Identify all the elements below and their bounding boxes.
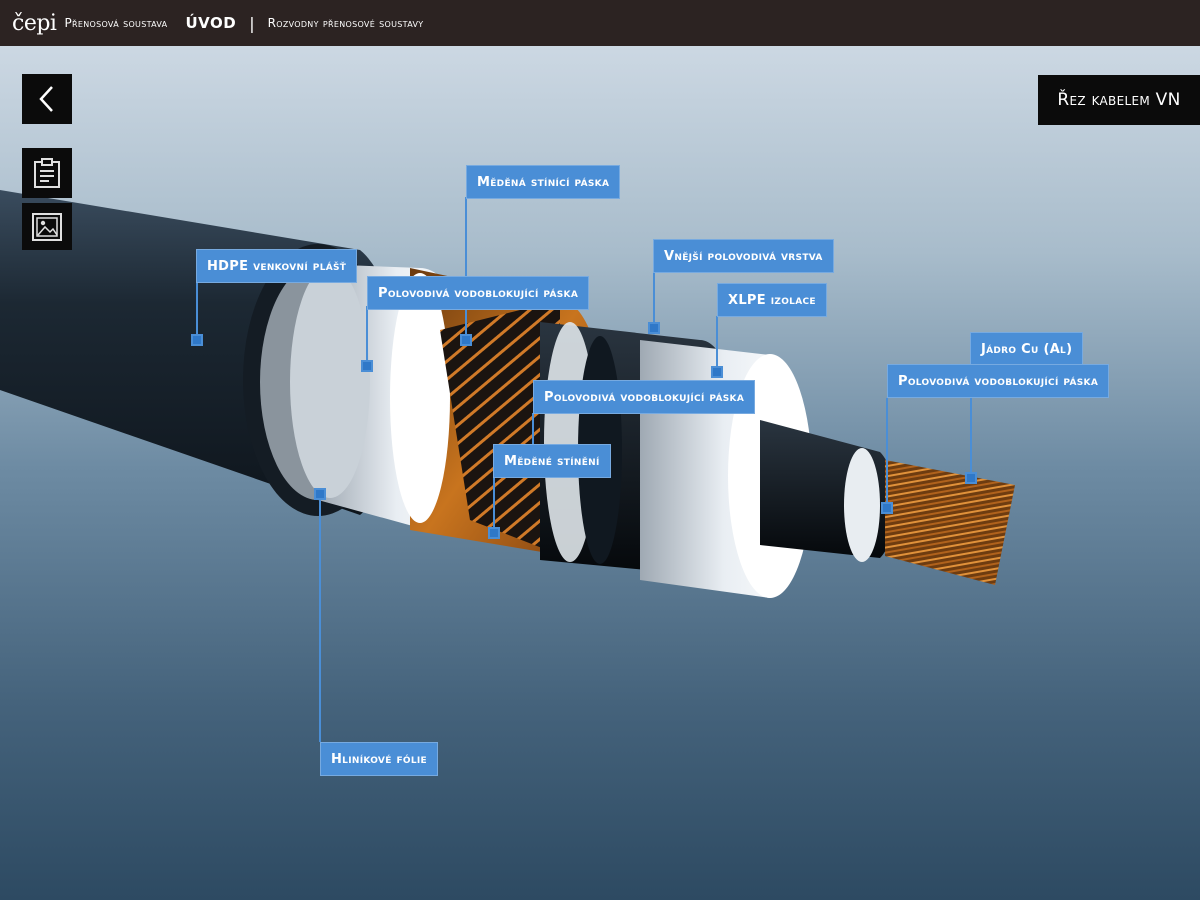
gallery-button[interactable] [22,203,72,250]
label-copper-shielding[interactable]: Měděné stínění [493,444,611,478]
label-copper-screen-tape[interactable]: Měděná stínící páska [466,165,621,199]
image-icon [32,212,62,241]
cable-viewer: čepi Přenosová soustava ÚVOD | Rozvodny … [0,0,1200,900]
company-name: Přenosová soustava [64,16,168,30]
label-semiconductive-waterblocking-tape-inner[interactable]: Polovodivá vodoblokující páska [533,380,756,414]
label-outer-semiconductive-layer[interactable]: Vnější polovodivá vrstva [653,239,834,273]
label-aluminium-foil[interactable]: Hliníkové fólie [320,742,438,776]
label-semiconductive-waterblocking-tape[interactable]: Polovodivá vodoblokující páska [367,276,590,310]
clipboard-icon [34,158,60,188]
view-title: Řez kabelem VN [1038,75,1200,125]
notes-button[interactable] [22,148,72,198]
label-conductor-core[interactable]: Jádro Cu (Al) [970,332,1084,366]
nav-home-link[interactable]: ÚVOD [185,14,236,32]
breadcrumb-current-page[interactable]: Rozvodny přenosové soustavy [268,16,424,30]
label-semiconductive-waterblocking-tape-core[interactable]: Polovodivá vodoblokující páska [887,364,1110,398]
label-xlpe-insulation[interactable]: XLPE izolace [717,283,827,317]
label-hdpe-outer-sheath[interactable]: HDPE venkovní plášť [196,249,358,283]
ceps-logo[interactable]: čepi [12,11,57,36]
back-button[interactable] [22,74,72,124]
chevron-left-icon [39,86,53,112]
top-navigation-bar: čepi Přenosová soustava ÚVOD | Rozvodny … [0,0,1200,46]
breadcrumb-separator: | [249,13,255,33]
